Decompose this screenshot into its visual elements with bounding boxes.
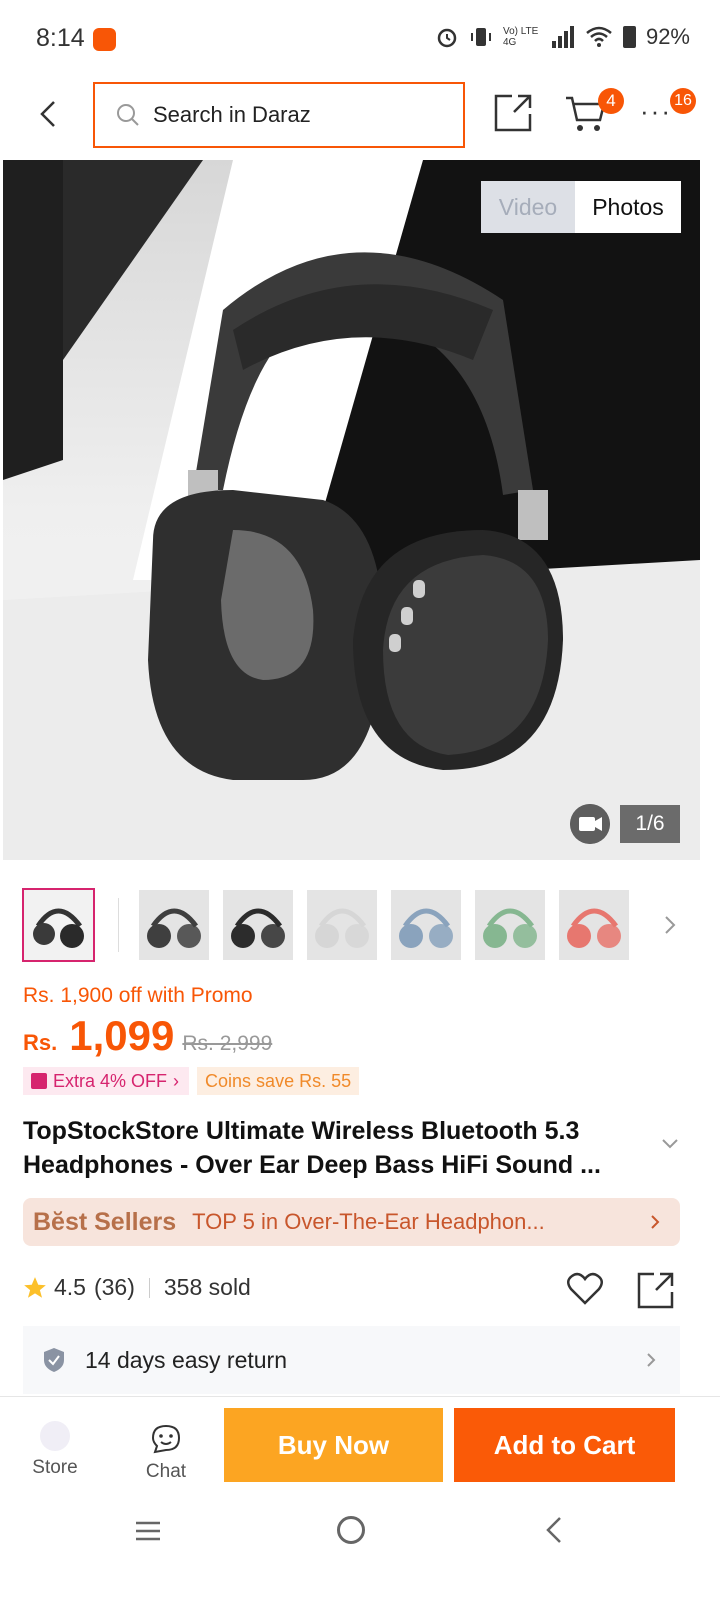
image-counter: 1/6 [620, 805, 680, 843]
header: Search in Daraz 4 ··· 16 [0, 80, 720, 160]
search-icon [117, 104, 139, 126]
thumbnail-2[interactable] [139, 890, 209, 960]
status-icons: Vo) LTE 4G 92% [435, 24, 690, 50]
vibrate-icon [470, 28, 491, 46]
thumbnail-divider [118, 898, 119, 952]
status-time: 8:14 [36, 24, 85, 52]
network-label: Vo) LTE 4G [502, 26, 539, 48]
extra-off-text: Extra 4% OFF [53, 1071, 168, 1091]
divider [148, 1277, 150, 1298]
promo-discount: Rs. 1,900 off with Promo [23, 984, 253, 1007]
add-to-cart-button[interactable]: Add to Cart [454, 1408, 675, 1482]
chevron-right-icon [651, 1215, 660, 1229]
thumbnail-6[interactable] [475, 890, 545, 960]
more-options-icon[interactable]: ··· [640, 96, 672, 127]
thumbnail-7[interactable] [559, 890, 629, 960]
thumbnail-1[interactable] [22, 888, 95, 962]
search-placeholder: Search in Daraz [153, 102, 311, 127]
search-input[interactable]: Search in Daraz [93, 82, 465, 148]
alarm-icon [437, 28, 457, 48]
battery-icon [622, 26, 636, 48]
battery-percent: 92% [645, 24, 690, 49]
store-label: Store [32, 1457, 78, 1478]
coins-save-tag: Coins save Rs. 55 [197, 1067, 360, 1095]
signal-icon [551, 26, 574, 48]
extra-off-tag[interactable]: Extra 4% OFF › [23, 1067, 190, 1095]
share-icon[interactable] [636, 1270, 676, 1310]
original-price: Rs. 2,999 [182, 1032, 273, 1055]
daraz-notification-icon [93, 28, 116, 51]
rating-score: 4.5 [54, 1274, 86, 1300]
share-icon[interactable] [492, 92, 534, 134]
photos-tab[interactable]: Photos [575, 181, 681, 233]
thumbnail-4[interactable] [307, 890, 377, 960]
chevron-right-icon [647, 1353, 656, 1367]
thumbnail-3[interactable] [223, 890, 293, 960]
voucher-icon [31, 1073, 47, 1089]
media-toggle: Video Photos [481, 181, 681, 233]
recent-apps-icon[interactable] [134, 1520, 162, 1542]
buy-now-button[interactable]: Buy Now [224, 1408, 443, 1482]
heart-icon[interactable] [566, 1272, 604, 1306]
video-tab[interactable]: Video [481, 181, 575, 233]
chevron-right-icon: › [173, 1071, 180, 1091]
voucher-tags: Extra 4% OFF › Coins save Rs. 55 [23, 1067, 360, 1095]
price-row: Rs. 1,099 Rs. 2,999 [23, 1012, 272, 1060]
status-bar: 8:14 Vo) LTE 4G 92% [0, 0, 720, 80]
product-title: TopStockStore Ultimate Wireless Bluetoot… [23, 1117, 601, 1179]
return-policy-text: 14 days easy return [85, 1346, 288, 1373]
system-navigation-bar [0, 1498, 720, 1608]
price-currency: Rs. [23, 1030, 58, 1055]
best-sellers-rank: TOP 5 in Over-The-Ear Headphon... [192, 1209, 545, 1234]
best-sellers-label: Bĕst Sellers [33, 1207, 177, 1236]
more-count-badge: 16 [670, 88, 696, 114]
video-camera-icon[interactable] [570, 804, 610, 844]
star-icon [24, 1276, 46, 1298]
best-sellers-banner[interactable]: Bĕst Sellers TOP 5 in Over-The-Ear Headp… [23, 1198, 680, 1246]
store-logo-icon [40, 1421, 70, 1451]
chevron-right-icon[interactable] [662, 914, 678, 936]
sold-count: 358 sold [163, 1274, 251, 1300]
chat-label: Chat [145, 1461, 187, 1482]
chevron-down-icon[interactable] [661, 1138, 679, 1150]
return-policy-row[interactable]: 14 days easy return [23, 1326, 680, 1394]
back-arrow-icon[interactable] [30, 94, 70, 134]
headphones-image [3, 160, 700, 860]
thumbnail-5[interactable] [391, 890, 461, 960]
thumbnail-strip [22, 888, 702, 962]
chat-icon [151, 1424, 181, 1454]
product-image-gallery[interactable]: Video Photos 1/6 [3, 160, 700, 860]
rating-count[interactable]: (36) [94, 1274, 135, 1301]
wifi-icon [586, 26, 612, 47]
rating-row: 4.5 (36) 358 sold [22, 1274, 251, 1301]
cart-count-badge: 4 [598, 88, 624, 114]
store-button[interactable]: Store [28, 1421, 82, 1479]
shield-check-icon [44, 1348, 64, 1372]
home-icon[interactable] [337, 1516, 365, 1544]
chat-button[interactable]: Chat [140, 1423, 192, 1483]
current-price: 1,099 [69, 1012, 175, 1059]
bottom-action-bar: Store Chat Buy Now Add to Cart [0, 1396, 720, 1498]
system-back-icon[interactable] [545, 1516, 563, 1544]
